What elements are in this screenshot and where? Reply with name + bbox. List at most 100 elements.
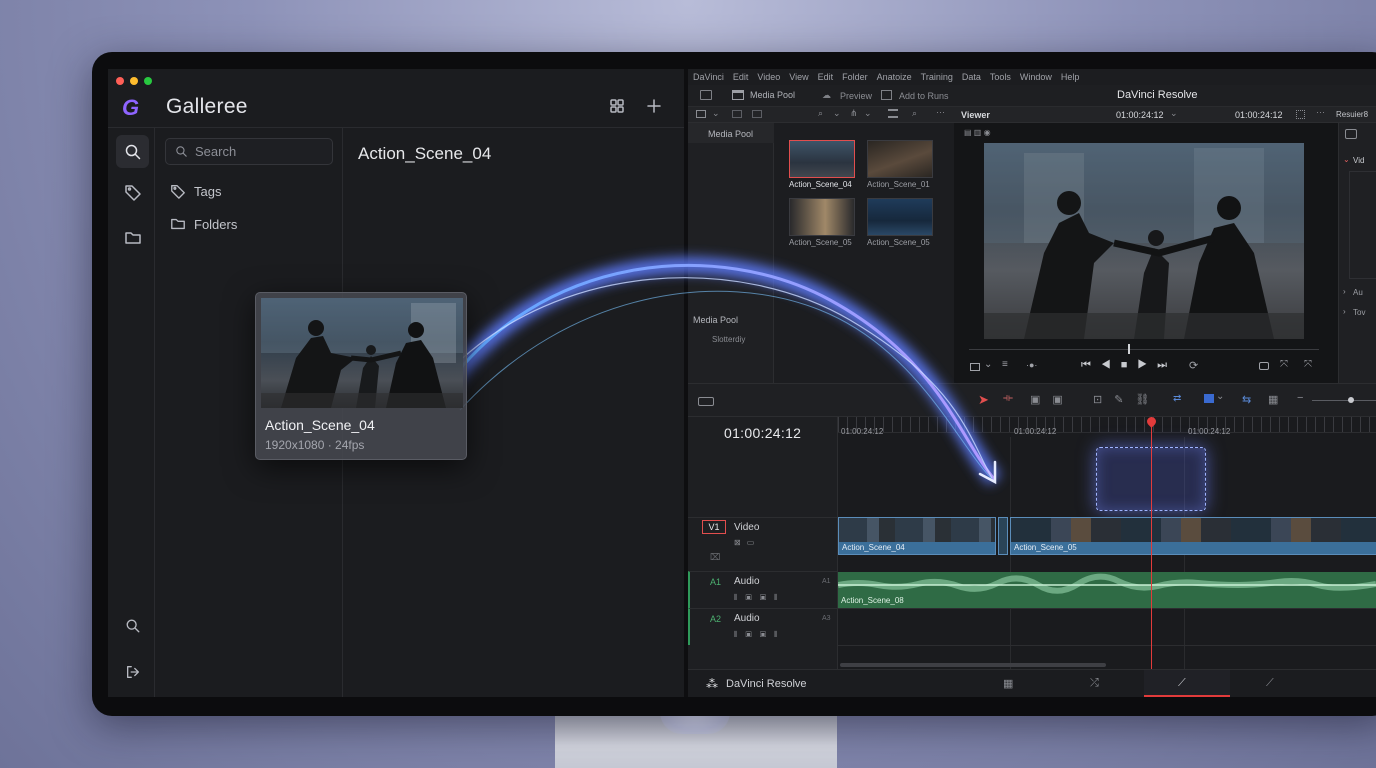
bin-section[interactable]: Media Pool [693, 315, 738, 325]
playhead[interactable] [1151, 417, 1152, 669]
audio-clip[interactable]: Action_Scene_08 [838, 572, 1376, 608]
clip-thumb[interactable]: Action_Scene_01 [867, 140, 947, 189]
zoom-out-icon[interactable]: − [1297, 392, 1303, 404]
loop-icon[interactable]: ⟳ [1189, 359, 1198, 372]
zoom-slider[interactable] [1312, 400, 1376, 401]
menu-item[interactable]: Tools [990, 72, 1011, 82]
menu-item[interactable]: Video [757, 72, 780, 82]
menu-item[interactable]: Edit [818, 72, 834, 82]
chevron-right-icon[interactable]: › [1343, 307, 1346, 316]
menu-item[interactable]: Edit [733, 72, 749, 82]
rail-search-button[interactable] [116, 135, 149, 168]
thumbnail-view-icon[interactable] [732, 110, 742, 118]
preview-button[interactable]: Preview [840, 91, 872, 101]
sidebar-item-tags[interactable]: Tags [170, 183, 221, 199]
link-icon[interactable]: ⇆ [1242, 393, 1251, 406]
rail-search-bottom-button[interactable] [116, 609, 149, 642]
scrubber-track[interactable] [969, 349, 1319, 350]
timeline-area[interactable]: 01:00:24:12 01:00:24:12 01:00:24:12 Acti… [838, 417, 1376, 669]
page-fusion-icon[interactable]: ⟋ [1266, 677, 1274, 690]
selection-tool-icon[interactable]: ➤ [978, 392, 989, 408]
chevron-down-icon[interactable]: ⌄ [1170, 108, 1178, 119]
inspector-video-tab[interactable]: Vid [1353, 156, 1364, 165]
dragged-clip-card[interactable]: Action_Scene_04 1920x1080 · 24fps [255, 292, 467, 460]
track-controls[interactable]: ⫴▣▣⫴ [734, 593, 786, 603]
clip-thumb[interactable]: Action_Scene_05 [789, 198, 869, 247]
media-pool-button[interactable]: Media Pool [750, 90, 795, 100]
video-clip[interactable]: Action_Scene_05 [1010, 517, 1376, 555]
edit-tools[interactable]: ▣▣ [1030, 393, 1075, 406]
search-input[interactable]: Search [165, 138, 333, 165]
inspector-transform-item[interactable]: Tov [1353, 308, 1365, 317]
timeline-scrollbar[interactable] [840, 663, 1106, 667]
marker-icon[interactable]: ⤧ [1304, 359, 1312, 370]
inspector-audio-item[interactable]: Au [1353, 288, 1363, 297]
more-icon[interactable]: ··· [936, 107, 945, 117]
rail-logout-button[interactable] [116, 655, 149, 688]
viewer-tools-icon[interactable]: ▤ ▥ ◉ [964, 128, 991, 137]
view-options-icon[interactable]: ▦ [1268, 393, 1278, 406]
match-frame-icon[interactable]: ⤧ [1280, 359, 1288, 370]
page-edit-tab[interactable] [1144, 670, 1230, 697]
zoom-icon[interactable]: ⌕ [818, 108, 823, 119]
menu-item[interactable]: Folder [842, 72, 868, 82]
chevron-right-icon[interactable]: › [1343, 287, 1346, 296]
transport-controls[interactable]: ⏮◀■▶⏭ [1081, 359, 1177, 372]
layout-icon[interactable] [700, 90, 712, 100]
add-icon[interactable] [646, 98, 662, 119]
add-to-button[interactable]: Add to Runs [899, 91, 949, 101]
track-controls[interactable]: ⊠▭ [734, 538, 760, 547]
close-window-button[interactable] [116, 77, 124, 85]
scrubber-handle[interactable] [1128, 344, 1130, 354]
grid-view-icon[interactable] [609, 98, 625, 119]
track-id[interactable]: A1 [710, 577, 721, 587]
list-icon[interactable]: ≡ [1002, 359, 1008, 370]
menu-item[interactable]: Training [921, 72, 953, 82]
maximize-window-button[interactable] [144, 77, 152, 85]
video-clip[interactable]: Action_Scene_04 [838, 517, 996, 555]
snap-icon[interactable]: ⇄ [1173, 393, 1181, 404]
split-divider[interactable] [684, 69, 688, 697]
track-id[interactable]: A2 [710, 614, 721, 624]
chevron-down-icon[interactable]: ⌄ [984, 359, 992, 370]
viewer-mode-icon[interactable] [970, 363, 980, 371]
inspector-icon[interactable] [1345, 129, 1357, 139]
menu-item[interactable]: Anatoize [877, 72, 912, 82]
audio-icon[interactable]: ⋔ [850, 108, 858, 119]
insert-tools[interactable]: ⊡✎⛓ [1093, 393, 1161, 406]
collapse-icon[interactable]: ⌄ [1343, 155, 1350, 164]
more-icon[interactable]: ··· [1316, 107, 1325, 117]
chevron-down-icon[interactable]: ⌄ [864, 108, 872, 119]
menu-item[interactable]: View [789, 72, 808, 82]
list-view-icon[interactable] [696, 110, 706, 118]
timeline-ruler[interactable] [838, 417, 1376, 433]
bin-sub[interactable]: Slotterdiy [712, 335, 745, 344]
bin-header[interactable]: Media Pool [708, 129, 753, 139]
rail-tags-button[interactable] [116, 175, 149, 208]
zoom-slider-handle[interactable] [1348, 397, 1354, 403]
menu-item[interactable]: Data [962, 72, 981, 82]
inspector-tab[interactable]: Resuier8 [1336, 110, 1368, 119]
menu-item[interactable]: Help [1061, 72, 1080, 82]
chevron-down-icon[interactable]: ⌄ [1216, 391, 1224, 402]
search-icon[interactable]: ⌕ [912, 108, 917, 119]
track-controls[interactable]: ⫴▣▣⫴ [734, 630, 786, 640]
menu-item[interactable]: DaVinci [693, 72, 724, 82]
trim-tool-icon[interactable]: ⟛ [1003, 392, 1013, 405]
sidebar-item-folders[interactable]: Folders [170, 216, 237, 232]
fullscreen-icon[interactable] [1259, 362, 1269, 370]
page-cut-icon[interactable]: ⤮ [1090, 677, 1099, 690]
strip-view-icon[interactable] [752, 110, 762, 118]
keyboard-icon[interactable] [698, 397, 714, 406]
page-media-icon[interactable]: ▦ [1003, 677, 1013, 690]
color-flag-icon[interactable] [1204, 394, 1214, 403]
chevron-down-icon[interactable]: ⌄ [712, 108, 720, 119]
sort-icon[interactable] [888, 109, 898, 118]
track-id[interactable]: V1 [702, 520, 726, 534]
rail-folders-button[interactable] [116, 221, 149, 254]
jog-icon[interactable]: ·●· [1026, 360, 1037, 370]
chevron-down-icon[interactable]: ⌄ [833, 108, 841, 119]
safe-area-icon[interactable] [1296, 110, 1305, 119]
clip-thumb[interactable]: Action_Scene_05 [867, 198, 947, 247]
menu-item[interactable]: Window [1020, 72, 1052, 82]
